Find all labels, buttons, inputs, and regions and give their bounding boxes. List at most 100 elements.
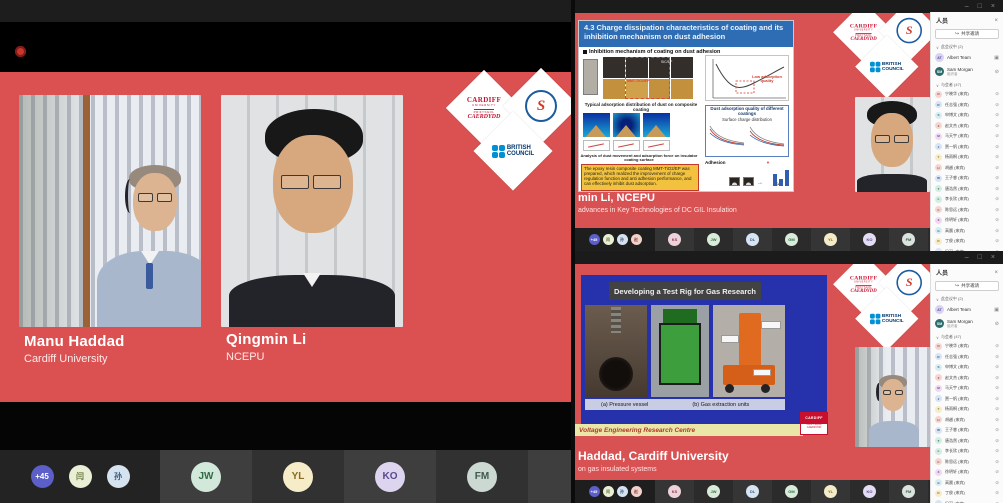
mic-off-icon[interactable]: ⊘ (995, 154, 999, 160)
maximize-button[interactable]: □ (978, 254, 982, 261)
participant-row[interactable]: X 徐明轩 (来宾) ⊘ (931, 215, 1003, 226)
participant-cell[interactable]: KO (344, 450, 436, 503)
participant-row[interactable]: X 徐明轩 (来宾) ⊘ (931, 467, 1003, 478)
participant-cell[interactable]: JW (160, 450, 252, 503)
mic-off-icon[interactable]: ⊘ (995, 144, 999, 150)
mic-off-icon[interactable]: ⊘ (995, 207, 999, 213)
participant-row[interactable]: M 马天宇 (来宾) ⊘ (931, 383, 1003, 394)
mic-off-icon[interactable]: ⊘ (995, 448, 999, 454)
participant-row[interactable]: T 唐浩然 (来宾) ⊘ (931, 436, 1003, 447)
participant-cell[interactable]: FM (436, 450, 528, 503)
participant-row[interactable]: J 贾一帆 (来宾) ⊘ (931, 142, 1003, 153)
mic-off-icon[interactable]: ⊘ (995, 321, 999, 327)
participant-cell[interactable]: KS (655, 228, 694, 251)
participant-row[interactable]: C 陈思远 (来宾) ⊘ (931, 457, 1003, 468)
mic-off-icon[interactable]: ⊘ (995, 91, 999, 97)
mic-off-icon[interactable]: ⊘ (995, 406, 999, 412)
video-thumbnail-manu-haddad[interactable] (855, 347, 930, 447)
mic-off-icon[interactable]: ⊘ (995, 343, 999, 349)
mic-off-icon[interactable]: ⊘ (995, 217, 999, 223)
mic-off-icon[interactable]: ⊘ (995, 123, 999, 129)
mic-off-icon[interactable]: ⊘ (995, 385, 999, 391)
mic-off-icon[interactable]: ⊘ (995, 238, 999, 244)
participant-row[interactable]: G 高晨 (来宾) ⊘ (931, 478, 1003, 489)
participant-cell[interactable]: FM (889, 228, 928, 251)
video-thumbnail-qingmin-li[interactable] (855, 97, 930, 192)
mic-off-icon[interactable]: ⊘ (995, 112, 999, 118)
participant-avatar[interactable]: 赵 (631, 486, 642, 497)
participant-row[interactable]: N 宁晓华 (来宾) ⊘ (931, 341, 1003, 352)
video-tile-manu-haddad[interactable] (19, 95, 201, 327)
participant-avatar[interactable]: 孙 (617, 234, 628, 245)
section-in-meeting[interactable]: ∨ 此会议中 (2) (931, 41, 1003, 51)
close-button[interactable]: × (991, 254, 995, 261)
close-icon[interactable]: × (994, 270, 998, 276)
recording-indicator-icon[interactable] (15, 46, 26, 57)
participant-avatar[interactable]: 闫 (69, 465, 92, 488)
participant-row[interactable]: W 王子睿 (来宾) ⊘ (931, 425, 1003, 436)
participant-row[interactable]: R 任志强 (来宾) ⊘ (931, 352, 1003, 363)
participant-cell[interactable]: JW (694, 228, 733, 251)
share-invite-button[interactable]: ↪ 共享邀请 (935, 281, 999, 291)
participant-cell[interactable]: DL (733, 480, 772, 503)
participant-cell[interactable]: YL (811, 228, 850, 251)
mic-off-icon[interactable]: ⊘ (995, 249, 999, 251)
participant-cell[interactable]: DL (733, 228, 772, 251)
participant-cell[interactable]: GM (772, 228, 811, 251)
participant-cell[interactable]: KS (655, 480, 694, 503)
participant-avatar[interactable]: +45 (589, 486, 600, 497)
mic-off-icon[interactable]: ⊘ (995, 228, 999, 234)
participant-row[interactable]: H 胡越 (来宾) ⊘ (931, 163, 1003, 174)
mic-off-icon[interactable]: ⊘ (995, 175, 999, 181)
participant-row[interactable]: AT Albert Team ▣ (931, 51, 1003, 64)
participant-row[interactable]: T 唐浩然 (来宾) ⊘ (931, 184, 1003, 195)
participant-cell[interactable]: JW (694, 480, 733, 503)
participant-cell[interactable]: KO (850, 480, 889, 503)
participant-cell[interactable]: FM (889, 480, 928, 503)
mic-off-icon[interactable]: ⊘ (995, 490, 999, 496)
mic-off-icon[interactable]: ⊘ (995, 69, 999, 75)
mic-off-icon[interactable]: ⊘ (995, 427, 999, 433)
participant-cell[interactable]: YL (811, 480, 850, 503)
mic-off-icon[interactable]: ⊘ (995, 469, 999, 475)
participant-avatar[interactable]: +45 (31, 465, 54, 488)
participant-avatar[interactable]: 赵 (631, 234, 642, 245)
participant-cell[interactable]: YL (252, 450, 344, 503)
participant-avatar[interactable]: 孙 (617, 486, 628, 497)
close-button[interactable]: × (991, 3, 995, 10)
participant-avatar[interactable]: +45 (589, 234, 600, 245)
participant-avatar[interactable]: 闫 (603, 486, 614, 497)
participant-row[interactable]: D 丁俊 (来宾) ⊘ (931, 488, 1003, 499)
share-invite-button[interactable]: ↪ 共享邀请 (935, 29, 999, 39)
participant-cell[interactable]: GM (772, 480, 811, 503)
participant-row[interactable]: H 胡越 (来宾) ⊘ (931, 415, 1003, 426)
participant-row[interactable]: S 申博文 (来宾) ⊘ (931, 110, 1003, 121)
participant-row[interactable]: F 冯可 (来宾) ⊘ (931, 247, 1003, 252)
participant-avatar[interactable]: 闫 (603, 234, 614, 245)
participant-row[interactable]: R 任志强 (来宾) ⊘ (931, 100, 1003, 111)
participant-row[interactable]: M 马天宇 (来宾) ⊘ (931, 131, 1003, 142)
participant-row[interactable]: S 申博文 (来宾) ⊘ (931, 362, 1003, 373)
screenshare-icon[interactable]: ▣ (994, 307, 999, 313)
participant-row[interactable]: Y 杨雨桐 (来宾) ⊘ (931, 152, 1003, 163)
section-in-meeting[interactable]: ∨ 此会议中 (2) (931, 293, 1003, 303)
participant-row[interactable]: Y 杨雨桐 (来宾) ⊘ (931, 404, 1003, 415)
section-attendees[interactable]: ∨ 与会者 (47) (931, 331, 1003, 341)
mic-off-icon[interactable]: ⊘ (995, 364, 999, 370)
mic-off-icon[interactable]: ⊘ (995, 165, 999, 171)
participant-row[interactable]: Z 赵文杰 (来宾) ⊘ (931, 121, 1003, 132)
participant-row[interactable]: W 王子睿 (来宾) ⊘ (931, 173, 1003, 184)
participant-row[interactable]: G 高晨 (来宾) ⊘ (931, 226, 1003, 237)
mic-off-icon[interactable]: ⊘ (995, 102, 999, 108)
participant-row[interactable]: L 李长欣 (来宾) ⊘ (931, 194, 1003, 205)
mic-off-icon[interactable]: ⊘ (995, 196, 999, 202)
mic-off-icon[interactable]: ⊘ (995, 459, 999, 465)
video-tile-qingmin-li[interactable] (221, 95, 403, 327)
mic-off-icon[interactable]: ⊘ (995, 480, 999, 486)
mic-off-icon[interactable]: ⊘ (995, 186, 999, 192)
participant-row[interactable]: L 李长欣 (来宾) ⊘ (931, 446, 1003, 457)
minimize-button[interactable]: – (965, 254, 969, 261)
participant-row[interactable]: SM Sam Morgan组织者 ⊘ (931, 64, 1003, 79)
participant-cell[interactable]: KO (850, 228, 889, 251)
mic-off-icon[interactable]: ⊘ (995, 133, 999, 139)
